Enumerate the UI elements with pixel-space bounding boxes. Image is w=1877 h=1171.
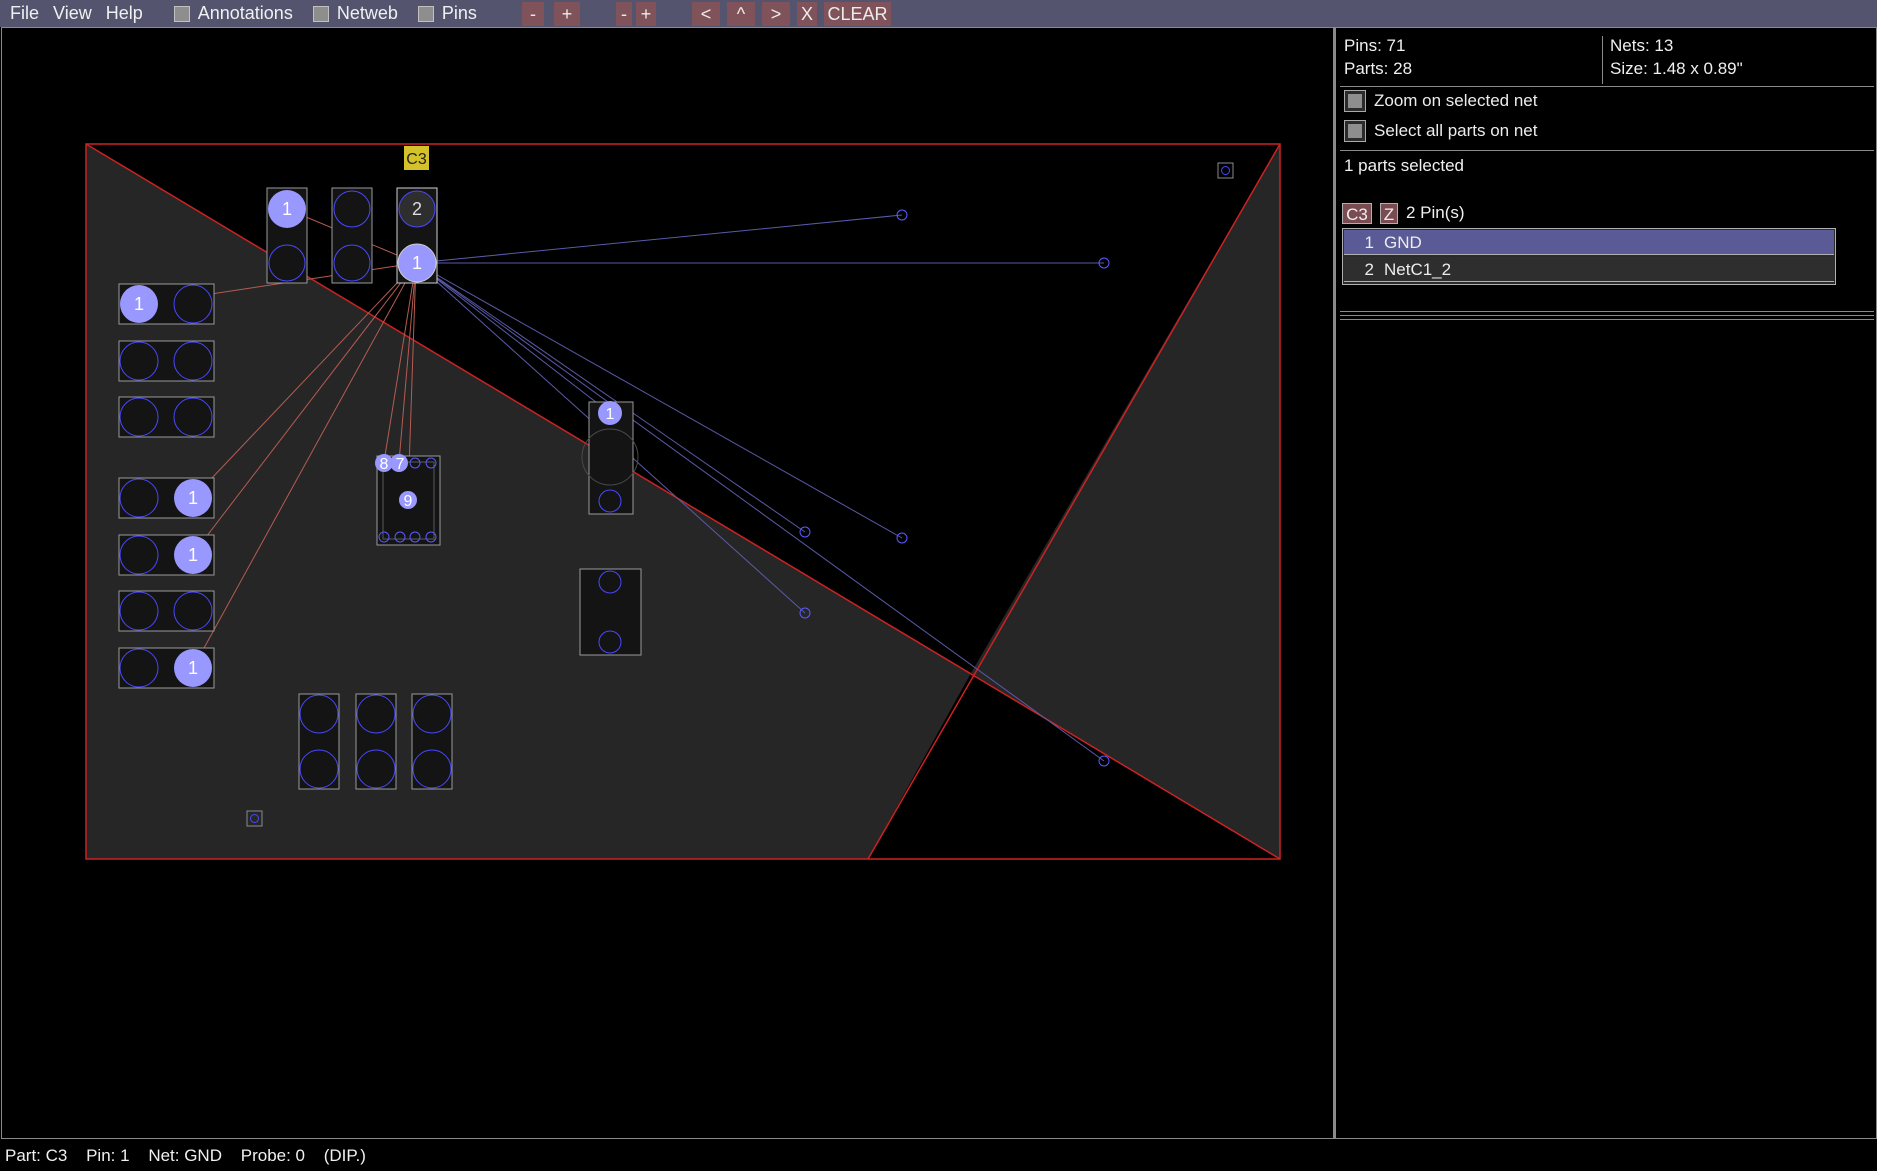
up-button[interactable]: ^ — [727, 2, 755, 26]
pin-net: NetC1_2 — [1384, 260, 1452, 279]
menubar: File View Help Annotations Netweb Pins -… — [0, 0, 1877, 27]
zoom-on-net-option[interactable]: Zoom on selected net — [1344, 90, 1537, 112]
annotations-checkbox[interactable] — [173, 5, 190, 22]
board-canvas[interactable]: 1 1 2 1 1 1 1 1 8 7 9 C3 — [2, 28, 1333, 1138]
board-size: Size: 1.48 x 0.89" — [1610, 59, 1743, 78]
part-bottom-cap-1[interactable] — [298, 693, 340, 790]
pins-label: Pins — [441, 3, 477, 23]
fiducial-top-right — [1217, 162, 1234, 179]
part-left-6[interactable] — [118, 590, 215, 632]
pin-number: 2 — [1364, 260, 1374, 279]
pin-label: 9 — [404, 493, 413, 510]
part-tag[interactable]: C3 — [1342, 203, 1372, 224]
divider — [1340, 86, 1874, 87]
status-pin: Pin: 1 — [86, 1146, 130, 1165]
list-item[interactable]: 1 GND — [1344, 230, 1834, 255]
status-part: Part: C3 — [5, 1146, 68, 1165]
part-top-cap-2[interactable] — [331, 187, 373, 284]
pins-toggle[interactable]: Pins — [417, 0, 477, 27]
divider — [1340, 311, 1874, 312]
info-panel: Pins: 71 Parts: 28 Nets: 13 Size: 1.48 x… — [1334, 27, 1877, 1139]
prev-button[interactable]: < — [692, 2, 720, 26]
pin-label: 1 — [282, 199, 292, 219]
next-button[interactable]: > — [762, 2, 790, 26]
zoom-in-button[interactable]: + — [554, 2, 580, 26]
parts-count: Parts: 28 — [1344, 59, 1413, 78]
close-view-button[interactable]: X — [797, 2, 817, 26]
menu-view[interactable]: View — [46, 0, 99, 27]
part-mid-cap[interactable] — [579, 568, 642, 656]
netweb-checkbox[interactable] — [312, 5, 329, 22]
pin-net: GND — [1384, 233, 1422, 252]
netweb-label: Netweb — [336, 3, 398, 23]
part-label-c3: C3 — [404, 146, 429, 170]
list-item[interactable]: 2 NetC1_2 — [1344, 257, 1834, 282]
pin-label: 1 — [412, 253, 422, 273]
part-left-2[interactable] — [118, 340, 215, 382]
pin-label: 1 — [188, 658, 198, 678]
zoom-in-fine-button[interactable]: + — [636, 2, 656, 26]
part-bottom-cap-2[interactable] — [355, 693, 397, 790]
part-label-text: C3 — [406, 151, 427, 168]
pin-count: 2 Pin(s) — [1406, 203, 1465, 222]
status-type: (DIP.) — [323, 1146, 366, 1165]
pins-count: Pins: 71 — [1344, 36, 1406, 55]
stats-divider — [1602, 36, 1603, 84]
divider — [1340, 150, 1874, 151]
annotations-toggle[interactable]: Annotations — [173, 0, 293, 27]
divider — [1340, 319, 1874, 320]
pin-label: 1 — [606, 406, 615, 423]
menu-file[interactable]: File — [0, 0, 46, 27]
zoom-on-net-checkbox[interactable] — [1344, 90, 1366, 112]
pin-number: 1 — [1364, 233, 1374, 252]
pin-label: 7 — [396, 456, 405, 473]
clear-button[interactable]: CLEAR — [824, 2, 891, 26]
zoom-on-net-label: Zoom on selected net — [1374, 91, 1538, 110]
nets-count: Nets: 13 — [1610, 36, 1674, 55]
menu-help[interactable]: Help — [99, 0, 150, 27]
pin-label: 1 — [134, 294, 144, 314]
zoom-out-fine-button[interactable]: - — [616, 2, 632, 26]
pin-label: 2 — [412, 199, 422, 219]
divider — [1340, 315, 1874, 316]
select-all-parts-label: Select all parts on net — [1374, 121, 1538, 140]
pin-label: 1 — [188, 545, 198, 565]
part-left-3[interactable] — [118, 396, 215, 438]
netweb-toggle[interactable]: Netweb — [312, 0, 398, 27]
pin-list[interactable]: 1 GND 2 NetC1_2 — [1342, 228, 1836, 285]
status-probe: Probe: 0 — [240, 1146, 305, 1165]
pins-checkbox[interactable] — [417, 5, 434, 22]
pin-label: 8 — [380, 456, 389, 473]
part-bottom-cap-3[interactable] — [411, 693, 453, 790]
select-all-parts-option[interactable]: Select all parts on net — [1344, 120, 1537, 142]
status-net: Net: GND — [148, 1146, 222, 1165]
zoom-out-button[interactable]: - — [522, 2, 544, 26]
side-tag[interactable]: Z — [1380, 203, 1398, 224]
board-view[interactable]: 1 1 2 1 1 1 1 1 8 7 9 C3 — [1, 27, 1334, 1139]
select-all-parts-checkbox[interactable] — [1344, 120, 1366, 142]
status-bar: Part: C3 Pin: 1 Net: GND Probe: 0 (DIP.) — [0, 1140, 1877, 1171]
selection-count: 1 parts selected — [1344, 156, 1465, 175]
pin-label: 1 — [188, 488, 198, 508]
annotations-label: Annotations — [197, 3, 293, 23]
